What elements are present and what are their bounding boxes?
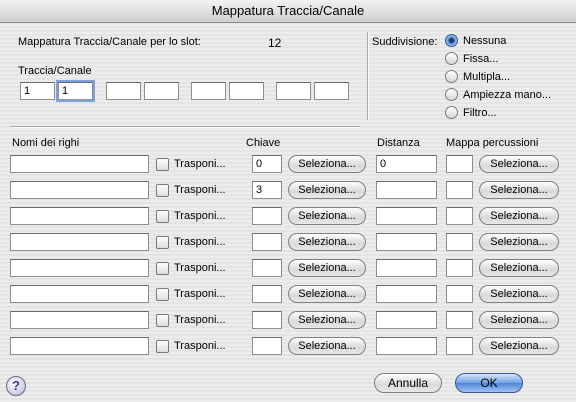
checkbox-icon	[156, 210, 169, 223]
checkbox-icon	[156, 184, 169, 197]
checkbox-icon	[156, 158, 169, 171]
radio-icon	[445, 70, 458, 83]
key-field[interactable]: 0	[252, 155, 282, 173]
header-divider	[367, 32, 369, 120]
help-icon[interactable]: ?	[6, 376, 26, 396]
cancel-button[interactable]: Annulla	[374, 373, 442, 393]
transpose-label: Trasponi...	[174, 236, 226, 248]
staff-name-field[interactable]	[10, 285, 149, 303]
transpose-label: Trasponi...	[174, 262, 226, 274]
distance-field[interactable]: 0	[376, 155, 437, 173]
canale-field-2[interactable]	[144, 82, 179, 100]
key-field[interactable]	[252, 259, 282, 277]
distance-field[interactable]	[376, 337, 437, 355]
percussion-select-button[interactable]: Seleziona...	[479, 337, 559, 355]
percussion-field[interactable]	[446, 285, 473, 303]
checkbox-icon	[156, 314, 169, 327]
checkbox-icon	[156, 262, 169, 275]
col-header-distance: Distanza	[377, 137, 420, 149]
transpose-label: Trasponi...	[174, 210, 226, 222]
percussion-select-button[interactable]: Seleziona...	[479, 207, 559, 225]
distance-field[interactable]	[376, 181, 437, 199]
key-select-button[interactable]: Seleziona...	[288, 181, 366, 199]
radio-icon	[445, 106, 458, 119]
transpose-label: Trasponi...	[174, 184, 226, 196]
radio-icon	[445, 88, 458, 101]
traccia-field-1[interactable]: 1	[20, 82, 55, 100]
transpose-label: Trasponi...	[174, 340, 226, 352]
key-field[interactable]	[252, 285, 282, 303]
col-header-percussion-map: Mappa percussioni	[446, 137, 539, 149]
staff-name-field[interactable]	[10, 155, 149, 173]
traccia-field-3[interactable]	[191, 82, 226, 100]
percussion-field[interactable]	[446, 181, 473, 199]
percussion-select-button[interactable]: Seleziona...	[479, 285, 559, 303]
percussion-field[interactable]	[446, 311, 473, 329]
key-field[interactable]	[252, 207, 282, 225]
radio-icon	[445, 52, 458, 65]
key-field[interactable]	[252, 233, 282, 251]
traccia-field-4[interactable]	[276, 82, 311, 100]
percussion-field[interactable]	[446, 207, 473, 225]
key-field[interactable]	[252, 311, 282, 329]
traccia-canale-label: Traccia/Canale	[18, 65, 92, 77]
radio-label: Nessuna	[463, 35, 507, 47]
radio-selected-icon	[445, 34, 458, 47]
percussion-select-button[interactable]: Seleziona...	[479, 155, 559, 173]
distance-field[interactable]	[376, 285, 437, 303]
percussion-field[interactable]	[446, 337, 473, 355]
percussion-select-button[interactable]: Seleziona...	[479, 233, 559, 251]
percussion-field[interactable]	[446, 155, 473, 173]
staff-name-field[interactable]	[10, 259, 149, 277]
checkbox-icon	[156, 236, 169, 249]
key-select-button[interactable]: Seleziona...	[288, 155, 366, 173]
percussion-select-button[interactable]: Seleziona...	[479, 311, 559, 329]
canale-field-3[interactable]	[229, 82, 264, 100]
staff-name-field[interactable]	[10, 233, 149, 251]
window-title: Mappatura Traccia/Canale	[0, 0, 576, 23]
distance-field[interactable]	[376, 259, 437, 277]
staff-name-field[interactable]	[10, 181, 149, 199]
percussion-field[interactable]	[446, 259, 473, 277]
canale-field-4[interactable]	[314, 82, 349, 100]
checkbox-icon	[156, 340, 169, 353]
radio-label: Ampiezza mano...	[463, 89, 552, 101]
slot-value: 12	[268, 36, 282, 50]
key-select-button[interactable]: Seleziona...	[288, 207, 366, 225]
section-divider	[10, 126, 360, 128]
canale-field-1[interactable]: 1	[58, 82, 93, 100]
staff-name-field[interactable]	[10, 311, 149, 329]
percussion-field[interactable]	[446, 233, 473, 251]
distance-field[interactable]	[376, 311, 437, 329]
key-select-button[interactable]: Seleziona...	[288, 311, 366, 329]
percussion-select-button[interactable]: Seleziona...	[479, 181, 559, 199]
key-select-button[interactable]: Seleziona...	[288, 233, 366, 251]
col-header-staff-names: Nomi dei righi	[12, 137, 80, 149]
transpose-label: Trasponi...	[174, 288, 226, 300]
distance-field[interactable]	[376, 207, 437, 225]
checkbox-icon	[156, 288, 169, 301]
traccia-field-2[interactable]	[106, 82, 141, 100]
key-select-button[interactable]: Seleziona...	[288, 285, 366, 303]
ok-button[interactable]: OK	[455, 373, 523, 393]
staff-name-field[interactable]	[10, 207, 149, 225]
col-header-key: Chiave	[246, 137, 281, 149]
key-field[interactable]: 3	[252, 181, 282, 199]
staff-name-field[interactable]	[10, 337, 149, 355]
transpose-label: Trasponi...	[174, 158, 226, 170]
transpose-label: Trasponi...	[174, 314, 226, 326]
key-field[interactable]	[252, 337, 282, 355]
percussion-select-button[interactable]: Seleziona...	[479, 259, 559, 277]
radio-label: Fissa...	[463, 53, 499, 65]
radio-label: Filtro...	[463, 107, 497, 119]
key-select-button[interactable]: Seleziona...	[288, 337, 366, 355]
suddivisione-label: Suddivisione:	[372, 36, 438, 48]
key-select-button[interactable]: Seleziona...	[288, 259, 366, 277]
slot-label: Mappatura Traccia/Canale per lo slot:	[18, 36, 201, 48]
distance-field[interactable]	[376, 233, 437, 251]
radio-label: Multipla...	[463, 71, 511, 83]
